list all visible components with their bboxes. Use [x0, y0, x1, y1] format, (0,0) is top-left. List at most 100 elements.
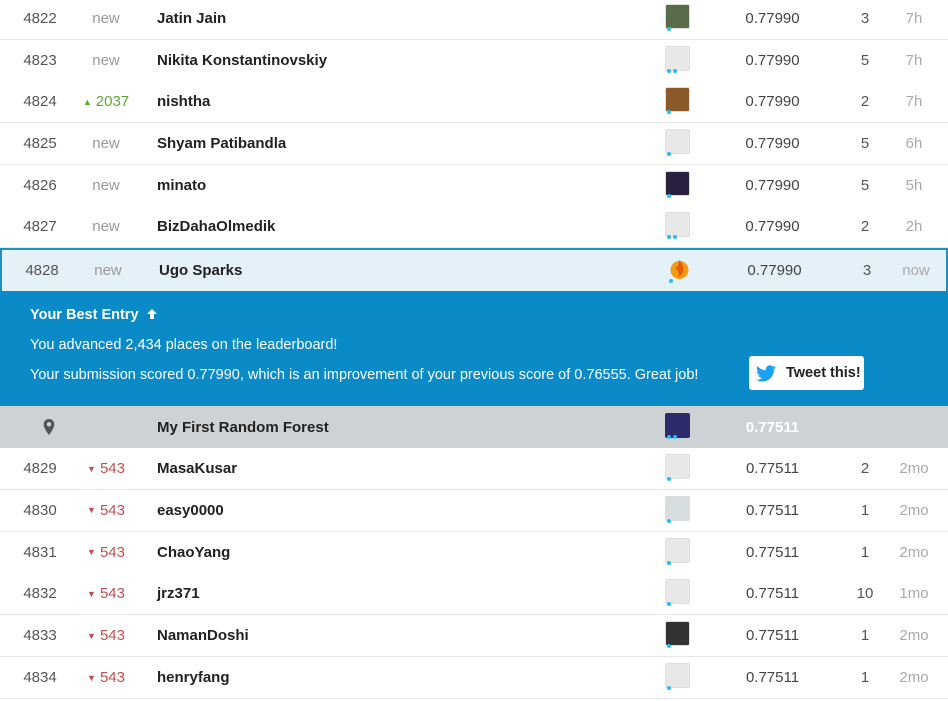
benchmark-name: My First Random Forest	[157, 418, 329, 436]
arrow-up-icon	[146, 309, 157, 319]
team-name[interactable]: Ugo Sparks	[159, 250, 639, 291]
rank: 4826	[23, 176, 57, 194]
team-name[interactable]: Shyam Patibandla	[157, 123, 637, 164]
team-avatar[interactable]	[665, 0, 693, 39]
leaderboard-row[interactable]: 4823 new Nikita Konstantinovskiy 0.77990 5 7h	[0, 39, 948, 82]
last-submission: now	[902, 262, 930, 279]
last-submission: 6h	[905, 135, 923, 152]
score: 0.77990	[747, 262, 802, 279]
caret-down-icon: ▼	[87, 672, 96, 683]
team-name[interactable]: jrz371	[157, 573, 637, 614]
team-avatar[interactable]	[665, 448, 693, 489]
rank: 4833	[23, 627, 57, 645]
last-submission: 1mo	[899, 585, 929, 603]
rank: 4831	[23, 543, 57, 561]
rank: 4825	[23, 135, 57, 152]
rank-change: ▼ 543	[87, 585, 125, 603]
team-name[interactable]: nishtha	[157, 81, 637, 122]
rank: 4824	[23, 93, 57, 111]
default-avatar	[665, 454, 690, 479]
caret-up-icon: ▲	[82, 96, 92, 107]
score: 0.77511	[745, 501, 800, 519]
team-avatar[interactable]	[665, 532, 693, 573]
team-name[interactable]: Jatin Jain	[157, 0, 637, 39]
leaderboard-row[interactable]: 4833 ▼ 543 NamanDoshi 0.77511 1 2mo	[0, 615, 948, 658]
caret-down-icon: ▼	[87, 630, 96, 641]
team-avatar[interactable]	[665, 123, 693, 164]
member-dots	[667, 644, 671, 649]
map-pin-icon	[42, 406, 56, 448]
rank-change: new	[94, 262, 122, 279]
team-name[interactable]: henryfang	[157, 657, 637, 698]
team-name[interactable]: easy0000	[157, 490, 637, 531]
team-avatar[interactable]	[665, 206, 693, 247]
team-name[interactable]: NamanDoshi	[157, 615, 637, 656]
leaderboard-row[interactable]: 4825 new Shyam Patibandla 0.77990 5 6h	[0, 123, 948, 165]
rank: 4834	[23, 669, 57, 686]
photo-avatar	[665, 170, 690, 196]
team-name[interactable]: MasaKusar	[157, 448, 637, 489]
flame-icon	[670, 260, 689, 279]
entry-count: 2	[860, 93, 870, 111]
member-dots	[669, 279, 673, 283]
team-name[interactable]: Nikita Konstantinovskiy	[157, 40, 637, 81]
leaderboard-row[interactable]: 4831 ▼ 543 ChaoYang 0.77511 1 2mo	[0, 531, 948, 574]
default-avatar	[665, 45, 690, 71]
team-avatar[interactable]	[665, 40, 693, 81]
leaderboard-row[interactable]: 4832 ▼ 543 jrz371 0.77511 10 1mo	[0, 573, 948, 616]
leaderboard-row[interactable]: 4830 ▼ 543 easy0000 0.77511 1 2mo	[0, 489, 948, 532]
photo-avatar	[665, 621, 690, 647]
score: 0.77990	[745, 176, 800, 194]
team-avatar[interactable]	[665, 81, 693, 122]
rank-change: new	[92, 51, 120, 69]
entry-count: 5	[860, 135, 870, 152]
member-dots	[667, 602, 671, 607]
my-entry-row[interactable]: 4828 new Ugo Sparks 0.77990 3 now	[0, 248, 948, 291]
rank-change: ▼ 543	[87, 460, 125, 477]
photo-avatar	[665, 4, 690, 29]
leaderboard-row[interactable]: 4824 ▲ 2037 nishtha 0.77990 2 7h	[0, 81, 948, 124]
score: 0.77511	[745, 669, 800, 686]
entry-count: 2	[860, 218, 870, 236]
score: 0.77511	[745, 627, 800, 645]
team-avatar[interactable]	[665, 657, 693, 698]
score: 0.77990	[745, 51, 800, 69]
last-submission: 7h	[905, 10, 923, 27]
score: 0.77511	[745, 543, 800, 561]
rank-change: ▼ 543	[87, 543, 125, 561]
tweet-button[interactable]: Tweet this!	[749, 356, 864, 390]
team-name[interactable]: BizDahaOlmedik	[157, 206, 637, 247]
leaderboard-row[interactable]: 4829 ▼ 543 MasaKusar 0.77511 2 2mo	[0, 448, 948, 490]
team-avatar[interactable]	[665, 573, 693, 614]
last-submission: 7h	[905, 51, 923, 69]
team-avatar[interactable]	[665, 165, 693, 206]
team-name[interactable]: ChaoYang	[157, 532, 637, 573]
team-avatar[interactable]	[667, 250, 695, 291]
team-avatar[interactable]	[665, 490, 693, 531]
entry-count: 10	[856, 585, 874, 603]
team-name[interactable]: minato	[157, 165, 637, 206]
banner-advance-text: You advanced 2,434 places on the leaderb…	[30, 337, 338, 353]
rank-change: new	[92, 135, 120, 152]
photo-avatar	[665, 412, 690, 438]
leaderboard-row[interactable]: 4826 new minato 0.77990 5 5h	[0, 164, 948, 207]
member-dots	[667, 477, 671, 481]
caret-down-icon: ▼	[87, 463, 96, 474]
score: 0.77511	[745, 585, 800, 603]
leaderboard-row[interactable]: 4822 new Jatin Jain 0.77990 3 7h	[0, 0, 948, 40]
member-dots	[667, 193, 671, 198]
score: 0.77990	[745, 93, 800, 111]
last-submission: 2mo	[899, 669, 929, 686]
rank: 4823	[23, 51, 57, 69]
member-dots	[667, 110, 671, 115]
leaderboard-row[interactable]: 4827 new BizDahaOlmedik 0.77990 2 2h	[0, 206, 948, 249]
leaderboard-row[interactable]: 4834 ▼ 543 henryfang 0.77511 1 2mo	[0, 657, 948, 699]
rank-change: new	[92, 218, 120, 236]
entry-count: 1	[860, 501, 870, 519]
last-submission: 2mo	[899, 627, 929, 645]
team-avatar[interactable]	[665, 615, 693, 656]
entry-count: 5	[860, 176, 870, 194]
caret-down-icon: ▼	[87, 547, 96, 558]
caret-down-icon: ▼	[87, 505, 96, 516]
rank-change: ▼ 543	[87, 627, 125, 645]
